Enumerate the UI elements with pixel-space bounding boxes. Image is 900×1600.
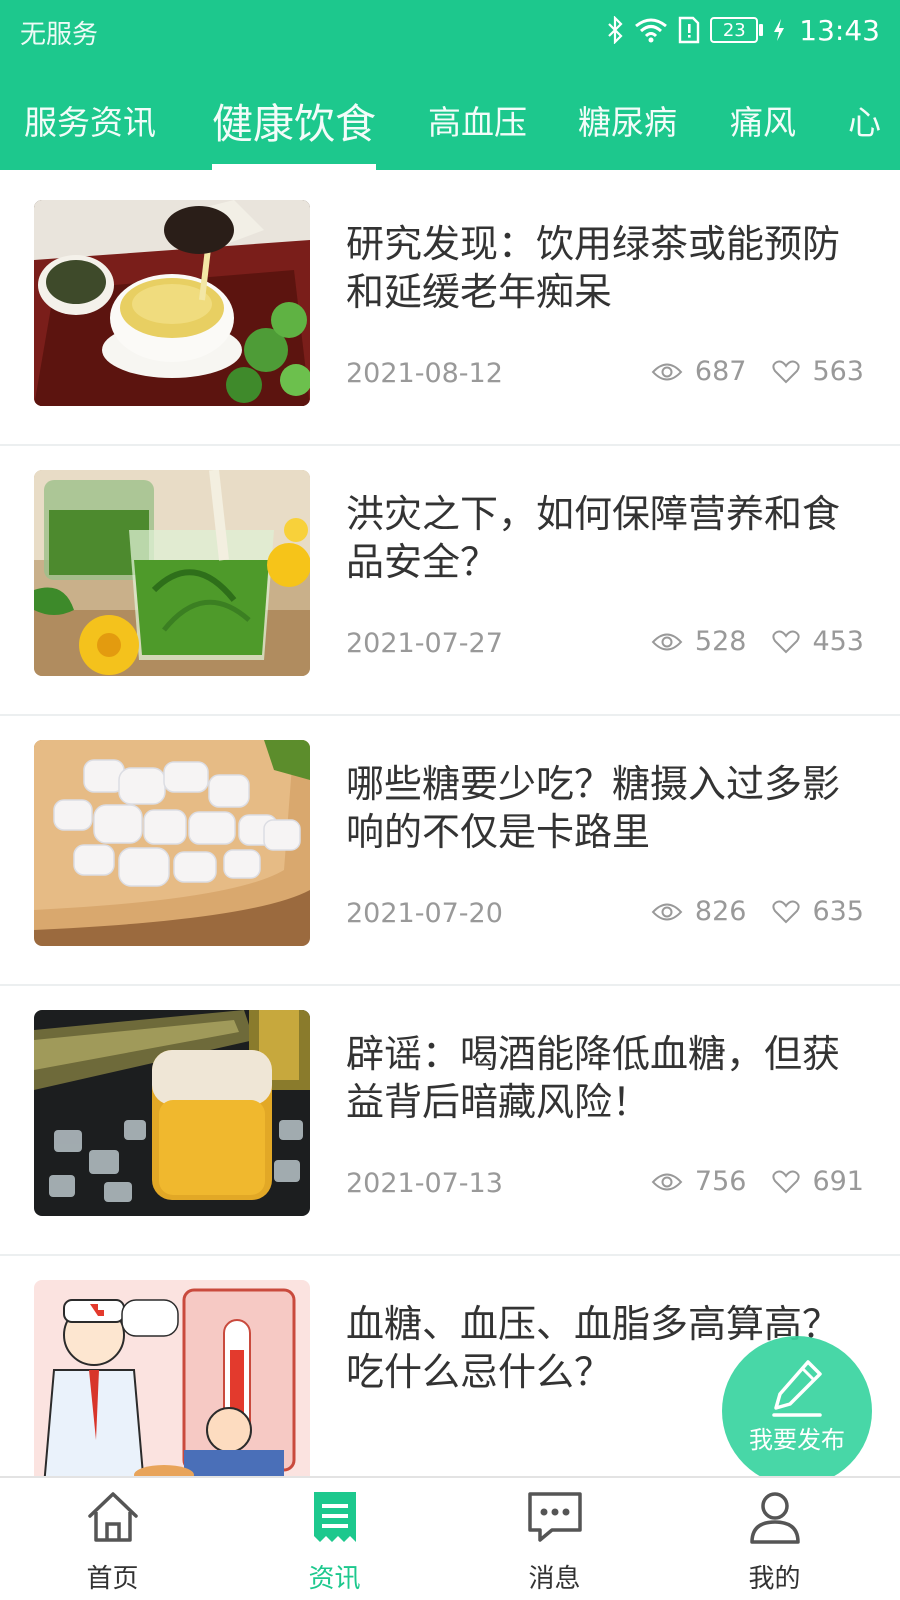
article-date: 2021-07-27 — [346, 628, 503, 659]
nav-messages[interactable]: 消息 — [442, 1478, 667, 1600]
view-count: 826 — [694, 896, 747, 927]
like-count: 691 — [812, 1166, 864, 1197]
article-thumbnail — [34, 740, 310, 946]
eye-icon — [651, 361, 683, 383]
wifi-icon — [634, 17, 668, 43]
app-header: 无服务 23 13:43 服务资讯 健康饮食 高血压 糖尿病 痛风 心 — [0, 0, 900, 170]
article-stats: 826 635 — [651, 896, 864, 927]
view-count: 528 — [694, 626, 747, 657]
tab-healthy-diet[interactable]: 健康饮食 — [212, 80, 376, 170]
article-thumbnail — [34, 1010, 310, 1216]
charging-icon — [773, 18, 785, 42]
article-item[interactable]: 辟谣：喝酒能降低血糖，但获益背后暗藏风险！ 2021-07-13 756 691 — [0, 980, 900, 1256]
article-title[interactable]: 洪灾之下，如何保障营养和食品安全？ — [346, 490, 866, 586]
like-count: 453 — [812, 626, 864, 657]
nav-news[interactable]: 资讯 — [222, 1478, 447, 1600]
heart-icon[interactable] — [772, 900, 801, 924]
bottom-nav: 首页 资讯 消息 我的 — [0, 1476, 900, 1600]
article-thumbnail — [34, 470, 310, 676]
status-icons: 23 13:43 — [606, 12, 880, 48]
article-title[interactable]: 研究发现：饮用绿茶或能预防和延缓老年痴呆 — [346, 220, 866, 316]
eye-icon — [651, 631, 683, 653]
nav-messages-label: 消息 — [528, 1564, 581, 1594]
battery-indicator: 23 — [710, 17, 764, 43]
eye-icon — [651, 1171, 683, 1193]
user-icon — [750, 1492, 800, 1544]
article-stats: 756 691 — [651, 1166, 864, 1197]
home-icon — [88, 1492, 138, 1542]
article-date: 2021-07-20 — [346, 898, 503, 929]
battery-level: 23 — [710, 17, 759, 43]
heart-icon[interactable] — [772, 630, 801, 654]
article-item[interactable]: 研究发现：饮用绿茶或能预防和延缓老年痴呆 2021-08-12 687 563 — [0, 170, 900, 446]
news-icon — [314, 1492, 356, 1542]
sim-alert-icon — [678, 16, 700, 44]
article-thumbnail — [34, 1280, 310, 1476]
article-title[interactable]: 哪些糖要少吃？糖摄入过多影响的不仅是卡路里 — [346, 760, 866, 856]
bluetooth-icon — [606, 16, 624, 44]
nav-profile-label: 我的 — [748, 1564, 801, 1594]
heart-icon[interactable] — [772, 360, 801, 384]
publish-fab[interactable]: 我要发布 — [722, 1336, 872, 1486]
like-count: 563 — [812, 356, 864, 387]
article-item[interactable]: 洪灾之下，如何保障营养和食品安全？ 2021-07-27 528 453 — [0, 440, 900, 716]
article-date: 2021-07-13 — [346, 1168, 503, 1199]
article-item[interactable]: 哪些糖要少吃？糖摄入过多影响的不仅是卡路里 2021-07-20 826 635 — [0, 710, 900, 986]
nav-news-label: 资讯 — [308, 1564, 361, 1594]
nav-home[interactable]: 首页 — [0, 1478, 225, 1600]
category-tabs: 服务资讯 健康饮食 高血压 糖尿病 痛风 心 — [0, 80, 900, 170]
clock: 13:43 — [799, 13, 880, 47]
article-stats: 687 563 — [651, 356, 864, 387]
article-date: 2021-08-12 — [346, 358, 503, 389]
heart-icon[interactable] — [772, 1170, 801, 1194]
nav-profile[interactable]: 我的 — [662, 1478, 887, 1600]
article-thumbnail — [34, 200, 310, 406]
view-count: 687 — [694, 356, 747, 387]
nav-home-label: 首页 — [86, 1564, 139, 1594]
article-list[interactable]: 研究发现：饮用绿茶或能预防和延缓老年痴呆 2021-08-12 687 563 — [0, 170, 900, 1476]
eye-icon — [651, 901, 683, 923]
pen-icon — [772, 1360, 822, 1417]
status-bar: 无服务 23 13:43 — [0, 0, 900, 64]
article-title[interactable]: 辟谣：喝酒能降低血糖，但获益背后暗藏风险！ — [346, 1030, 866, 1126]
like-count: 635 — [812, 896, 864, 927]
article-stats: 528 453 — [651, 626, 864, 657]
carrier-label: 无服务 — [20, 20, 99, 50]
view-count: 756 — [694, 1166, 747, 1197]
message-icon — [528, 1492, 582, 1542]
publish-label: 我要发布 — [749, 1426, 845, 1454]
